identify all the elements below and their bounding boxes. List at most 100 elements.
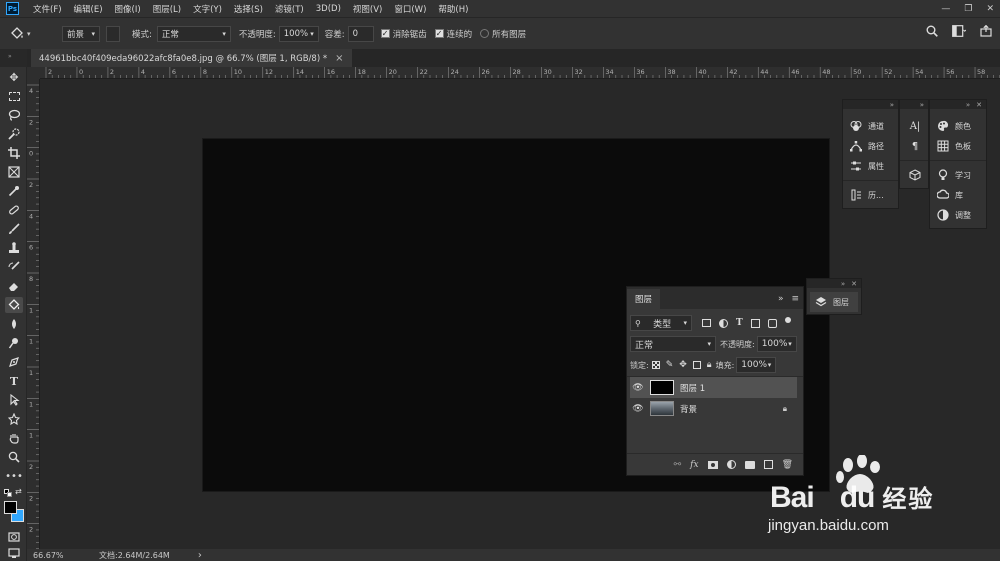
- share-icon[interactable]: [980, 25, 992, 37]
- paths-panel-button[interactable]: 路径: [843, 136, 898, 156]
- add-mask-icon[interactable]: [707, 460, 718, 469]
- lock-all-icon[interactable]: 🔒︎: [707, 360, 712, 370]
- layer-row-background[interactable]: 👁︎ 背景 🔒︎: [630, 398, 797, 419]
- layer-fill-input[interactable]: 100% ▾: [736, 357, 777, 373]
- document-tab[interactable]: 44961bbc40f409eda96022afc8fa0e8.jpg @ 66…: [31, 49, 352, 67]
- lock-artboard-icon[interactable]: [692, 361, 701, 369]
- clone-stamp-tool-icon[interactable]: [5, 240, 23, 256]
- collapse-panel-icon[interactable]: »: [778, 294, 784, 304]
- expand-icon[interactable]: »: [890, 101, 894, 109]
- tolerance-input[interactable]: 0: [347, 25, 374, 42]
- link-layers-icon[interactable]: ⚯: [674, 460, 682, 470]
- expand-icon[interactable]: »: [920, 101, 924, 109]
- healing-brush-tool-icon[interactable]: [5, 202, 23, 218]
- new-group-icon[interactable]: [744, 460, 755, 469]
- contiguous-checkbox[interactable]: ✓: [434, 29, 444, 38]
- dock-collapse-handle[interactable]: »: [843, 100, 898, 109]
- character-panel-button[interactable]: A|: [900, 116, 928, 136]
- paint-bucket-tool-icon[interactable]: [5, 297, 23, 313]
- mode-select[interactable]: 正常 ▾: [156, 25, 231, 42]
- foreground-color-swatch[interactable]: [4, 501, 17, 514]
- photoshop-logo[interactable]: Ps: [6, 2, 19, 15]
- menu-edit[interactable]: 编辑(E): [68, 3, 109, 15]
- search-icon[interactable]: [926, 25, 938, 37]
- expand-icon[interactable]: »: [841, 280, 845, 288]
- layer-opacity-input[interactable]: 100% ▾: [756, 336, 797, 352]
- fill-source-select[interactable]: 前景 ▾: [62, 25, 100, 42]
- layer-filter-select[interactable]: ⚲ 类型 ▾: [630, 315, 692, 331]
- blur-tool-icon[interactable]: [5, 316, 23, 332]
- lasso-tool-icon[interactable]: [5, 107, 23, 123]
- document-size[interactable]: 文档:2.64M/2.64M: [99, 550, 170, 561]
- menu-filter[interactable]: 滤镜(T): [269, 3, 310, 15]
- close-window-button[interactable]: ✕: [986, 4, 994, 14]
- menu-select[interactable]: 选择(S): [228, 3, 269, 15]
- horizontal-ruler[interactable]: 2 0 2 4 6 8 10 12 14 16 18 20 22 24 26 28 30 32 34 36 38 40 42…: [40, 67, 1000, 79]
- pen-tool-icon[interactable]: [5, 354, 23, 370]
- libraries-panel-button[interactable]: 库: [930, 185, 986, 205]
- toolbar-grip-icon[interactable]: »: [8, 53, 12, 60]
- properties-panel-button[interactable]: 属性: [843, 156, 898, 176]
- more-tools-icon[interactable]: •••: [5, 468, 23, 484]
- layer-thumbnail[interactable]: [650, 380, 674, 395]
- quick-selection-tool-icon[interactable]: [5, 126, 23, 142]
- history-panel-button[interactable]: 历...: [843, 185, 898, 205]
- menu-type[interactable]: 文字(Y): [187, 3, 228, 15]
- layers-mini-button[interactable]: 图层: [810, 292, 858, 312]
- layer-name[interactable]: 背景: [680, 403, 697, 415]
- layer-thumbnail[interactable]: [650, 401, 674, 416]
- tool-preset-picker[interactable]: ▾: [10, 23, 48, 45]
- menu-help[interactable]: 帮助(H): [432, 3, 474, 15]
- menu-layer[interactable]: 图层(L): [147, 3, 187, 15]
- menu-image[interactable]: 图像(I): [109, 3, 147, 15]
- filter-pixel-icon[interactable]: [702, 319, 711, 327]
- close-dock-icon[interactable]: ✕: [976, 101, 982, 109]
- restore-button[interactable]: ❐: [964, 4, 972, 14]
- layer-row-layer1[interactable]: 👁︎ 图层 1: [630, 377, 797, 398]
- ruler-origin[interactable]: [27, 67, 40, 79]
- new-fill-layer-icon[interactable]: [726, 460, 736, 469]
- eye-icon[interactable]: 👁︎: [630, 404, 646, 414]
- filter-type-icon[interactable]: T: [736, 318, 743, 328]
- swap-colors-icon[interactable]: ⇄: [15, 487, 22, 496]
- crop-tool-icon[interactable]: [5, 145, 23, 161]
- eraser-tool-icon[interactable]: [5, 278, 23, 294]
- 3d-panel-button[interactable]: [900, 165, 928, 185]
- menu-window[interactable]: 窗口(W): [388, 3, 432, 15]
- brush-tool-icon[interactable]: [5, 221, 23, 237]
- vertical-ruler[interactable]: 4 2 0 2 4 6 8 1 1 1 1 1 2 2 2: [27, 79, 40, 549]
- filter-shape-icon[interactable]: [750, 318, 760, 328]
- hand-tool-icon[interactable]: [5, 430, 23, 446]
- menu-file[interactable]: 文件(F): [27, 3, 68, 15]
- move-tool-icon[interactable]: ✥: [5, 69, 23, 85]
- minimize-button[interactable]: —: [941, 4, 950, 14]
- dock-collapse-handle[interactable]: » ✕: [807, 279, 861, 288]
- custom-shape-tool-icon[interactable]: [5, 411, 23, 427]
- zoom-tool-icon[interactable]: [5, 449, 23, 465]
- quick-mask-icon[interactable]: [5, 529, 23, 545]
- history-brush-tool-icon[interactable]: [5, 259, 23, 275]
- panel-menu-icon[interactable]: ≡: [791, 294, 799, 304]
- zoom-level[interactable]: 66.67%: [33, 551, 83, 560]
- path-selection-tool-icon[interactable]: [5, 392, 23, 408]
- layer-style-icon[interactable]: fx: [690, 460, 698, 470]
- learn-panel-button[interactable]: 学习: [930, 165, 986, 185]
- swatches-panel-button[interactable]: 色板: [930, 136, 986, 156]
- menu-view[interactable]: 视图(V): [347, 3, 388, 15]
- paragraph-panel-button[interactable]: ¶: [900, 136, 928, 156]
- close-tab-icon[interactable]: ×: [335, 53, 343, 64]
- lock-position-icon[interactable]: ✥: [679, 360, 687, 370]
- close-dock-icon[interactable]: ✕: [851, 280, 857, 288]
- status-menu-arrow[interactable]: ›: [198, 550, 202, 561]
- adjustments-panel-button[interactable]: 调整: [930, 205, 986, 225]
- menu-3d[interactable]: 3D(D): [310, 4, 347, 14]
- marquee-tool-icon[interactable]: [5, 88, 23, 104]
- eyedropper-tool-icon[interactable]: [5, 183, 23, 199]
- channels-panel-button[interactable]: 通道: [843, 116, 898, 136]
- lock-pixels-icon[interactable]: ✎: [666, 360, 674, 370]
- opacity-input[interactable]: 100% ▾: [278, 25, 319, 42]
- antialias-checkbox[interactable]: ✓: [380, 29, 390, 38]
- dock-collapse-handle[interactable]: » ✕: [930, 100, 986, 109]
- blend-mode-select[interactable]: 正常 ▾: [630, 336, 716, 352]
- filter-adjustment-icon[interactable]: [719, 318, 728, 328]
